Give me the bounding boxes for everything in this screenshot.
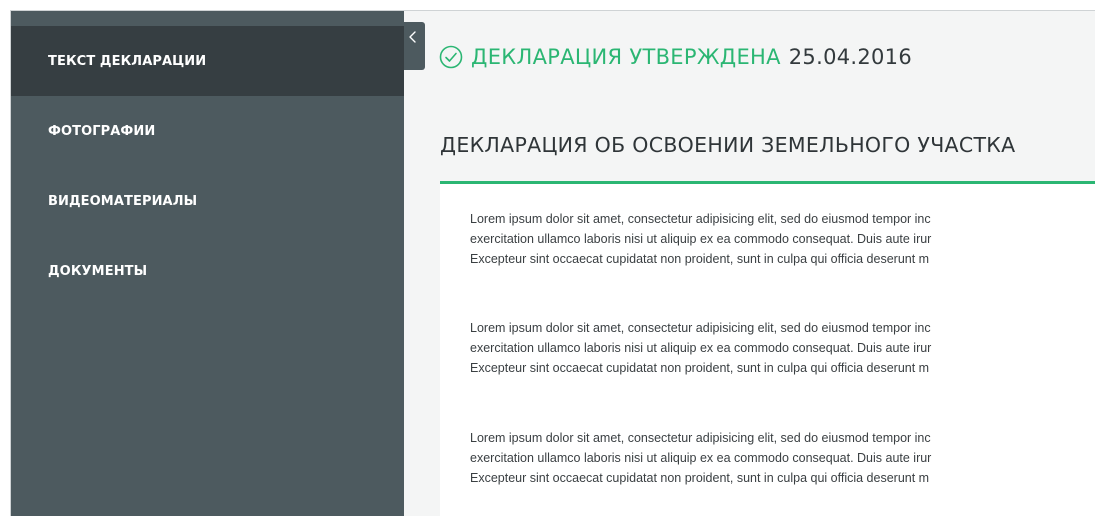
text-line: Excepteur sint occaecat cupidatat non pr… bbox=[470, 471, 930, 485]
document-paragraph: Lorem ipsum dolor sit amet, consectetur … bbox=[470, 428, 1095, 488]
text-line: exercitation ullamco laboris nisi ut ali… bbox=[470, 341, 932, 355]
document-paragraph: Lorem ipsum dolor sit amet, consectetur … bbox=[470, 209, 1095, 269]
text-line: Excepteur sint occaecat cupidatat non pr… bbox=[470, 361, 930, 375]
declaration-status: ДЕКЛАРАЦИЯ УТВЕРЖДЕНА 25.04.2016 bbox=[439, 45, 912, 69]
document-paragraph: Lorem ipsum dolor sit amet, consectetur … bbox=[470, 318, 1095, 378]
text-line: Lorem ipsum dolor sit amet, consectetur … bbox=[470, 431, 931, 445]
sidebar: ТЕКСТ ДЕКЛАРАЦИИ ФОТОГРАФИИ ВИДЕОМАТЕРИА… bbox=[11, 11, 404, 516]
sidebar-top-strip bbox=[11, 11, 404, 26]
status-label: ДЕКЛАРАЦИЯ УТВЕРЖДЕНА bbox=[471, 45, 781, 69]
document-title: ДЕКЛАРАЦИЯ ОБ ОСВОЕНИИ ЗЕМЕЛЬНОГО УЧАСТК… bbox=[440, 133, 1016, 157]
text-line: Lorem ipsum dolor sit amet, consectetur … bbox=[470, 321, 931, 335]
sidebar-item-label: ДОКУМЕНТЫ bbox=[48, 263, 148, 279]
app-frame: ТЕКСТ ДЕКЛАРАЦИИ ФОТОГРАФИИ ВИДЕОМАТЕРИА… bbox=[10, 10, 1095, 516]
sidebar-item-label: ВИДЕОМАТЕРИАЛЫ bbox=[48, 193, 198, 209]
status-date: 25.04.2016 bbox=[788, 45, 913, 69]
document-text-card: Lorem ipsum dolor sit amet, consectetur … bbox=[440, 181, 1095, 516]
text-line: Lorem ipsum dolor sit amet, consectetur … bbox=[470, 212, 931, 226]
chevron-left-icon bbox=[409, 31, 416, 43]
sidebar-item-documents[interactable]: ДОКУМЕНТЫ bbox=[11, 236, 404, 306]
sidebar-item-videos[interactable]: ВИДЕОМАТЕРИАЛЫ bbox=[11, 166, 404, 236]
sidebar-item-declaration-text[interactable]: ТЕКСТ ДЕКЛАРАЦИИ bbox=[11, 26, 404, 96]
text-line: Excepteur sint occaecat cupidatat non pr… bbox=[470, 252, 930, 266]
sidebar-item-label: ФОТОГРАФИИ bbox=[48, 123, 156, 139]
main-content: ДЕКЛАРАЦИЯ УТВЕРЖДЕНА 25.04.2016 ДЕКЛАРА… bbox=[404, 11, 1095, 516]
sidebar-item-photos[interactable]: ФОТОГРАФИИ bbox=[11, 96, 404, 166]
sidebar-collapse-button[interactable] bbox=[404, 22, 425, 70]
sidebar-item-label: ТЕКСТ ДЕКЛАРАЦИИ bbox=[48, 53, 207, 69]
check-circle-icon bbox=[439, 45, 463, 69]
text-line: exercitation ullamco laboris nisi ut ali… bbox=[470, 451, 932, 465]
text-line: exercitation ullamco laboris nisi ut ali… bbox=[470, 232, 932, 246]
